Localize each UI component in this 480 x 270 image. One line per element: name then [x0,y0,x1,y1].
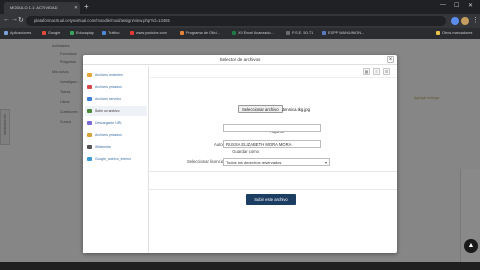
bookmark-pse[interactable]: P.S.E. 50-T1 [286,28,313,39]
google-icon [42,31,46,35]
recent-files-icon [87,73,92,77]
os-taskbar [0,262,480,270]
forward-icon[interactable]: → [11,16,18,23]
grid-view-icon[interactable]: ▦ [363,68,370,75]
repo-item[interactable]: Wikimedia [85,142,147,152]
chevron-down-icon: ▾ [324,160,327,165]
profile-avatar-icon[interactable] [461,17,469,25]
folder-icon [436,31,440,35]
author-input[interactable]: RUSSA ELIZABETH MORA MORA [223,140,321,148]
repository-list: Archivos recientes Archivos privados Arc… [83,66,149,253]
license-label: Seleccionar licencia [186,159,224,164]
browser-tab[interactable]: MODULO 1.1: ACTIVIDAD ✕ [4,2,80,14]
google-drive-icon [87,157,92,161]
choose-file-button[interactable]: Seleccionar archivo [238,105,283,113]
bookmarks-bar: Aplicaciones Google Educaplay Tráfico ww… [0,28,480,39]
bookmark-youtube[interactable]: www.youtube.com [130,28,167,39]
license-select[interactable]: Todos los derechos reservados ▾ [223,158,330,166]
back-icon[interactable]: ← [3,16,10,23]
browser-tabstrip: MODULO 1.1: ACTIVIDAD ✕ + — ☐ ✕ [0,0,480,14]
repo-item-upload[interactable]: Subir un archivo [85,106,147,116]
educaplay-icon [70,31,74,35]
close-icon[interactable]: × [387,56,394,63]
private-files-icon [87,85,92,89]
bookmark-page-icon [286,31,290,35]
repo-item[interactable]: Archivos privados [85,82,147,92]
save-as-label: Guardar como [232,149,259,154]
form-divider [149,171,397,172]
repo-item[interactable]: Archivos privados [85,130,147,140]
form-divider [149,189,397,190]
reload-icon[interactable]: ↻ [18,16,24,24]
menu-icon[interactable]: ⋮ [472,16,479,24]
selected-file-name: Jennica.tkg.jpg [282,107,310,112]
author-label: Autor [213,142,224,147]
extension-icon[interactable] [451,17,459,25]
new-tab-icon[interactable]: + [84,2,89,12]
bookmark-otros[interactable]: Otros marcadores [436,28,472,39]
tab-title: MODULO 1.1: ACTIVIDAD [10,5,58,10]
address-bar[interactable]: plataformacrtual.cetysvirtual.com/moodle… [26,16,446,26]
server-files-icon [87,97,92,101]
private-files-icon [87,133,92,137]
wikimedia-icon [87,145,92,149]
minimize-icon[interactable]: — [440,2,446,8]
bookmark-page-icon [322,31,326,35]
browser-toolbar: ← → ↻ plataformacrtual.cetysvirtual.com/… [0,14,480,28]
bookmark-trafico[interactable]: Tráfico [102,28,119,39]
tab-close-icon[interactable]: ✕ [74,2,78,14]
office-icon [180,31,184,35]
dialog-title: Selector de archivos [83,55,397,65]
bookmark-espp[interactable]: ESPP WAN/UNION... [322,28,364,39]
youtube-icon [130,31,134,35]
upload-file-button[interactable]: Subir este archivo [246,194,296,205]
repo-item[interactable]: Archivos servidor [85,94,147,104]
save-as-input[interactable] [223,124,321,132]
bookmark-programa[interactable]: Programa de Ofici... [180,28,220,39]
upload-icon [87,109,92,113]
repo-item[interactable]: Archivos recientes [85,70,147,80]
repo-item[interactable]: Google_archivo_interno [85,154,147,164]
url-downloader-icon [87,121,92,125]
close-window-icon[interactable]: ✕ [468,2,473,9]
apps-icon [4,31,8,35]
repo-item[interactable]: Descargador URL [85,118,147,128]
bookmark-apps[interactable]: Aplicaciones [4,28,31,39]
bookmark-excel[interactable]: XII Excel Avanzado... [232,28,274,39]
bookmark-google[interactable]: Google [42,28,60,39]
excel-icon [232,31,236,35]
scroll-top-icon[interactable]: ▲ [464,239,478,253]
upload-form: Adjunto Seleccionar archivo Jennica.tkg.… [149,78,397,253]
bookmark-educaplay[interactable]: Educaplay [70,28,94,39]
file-picker-dialog: Selector de archivos × Archivos reciente… [83,55,397,253]
view-toolbar: ▦ ≡ ☰ [149,66,397,78]
maximize-icon[interactable]: ☐ [454,2,459,9]
tree-view-icon[interactable]: ☰ [383,68,390,75]
url-text: plataformacrtual.cetysvirtual.com/moodle… [34,18,170,23]
list-view-icon[interactable]: ≡ [373,68,380,75]
trafico-icon [102,31,106,35]
